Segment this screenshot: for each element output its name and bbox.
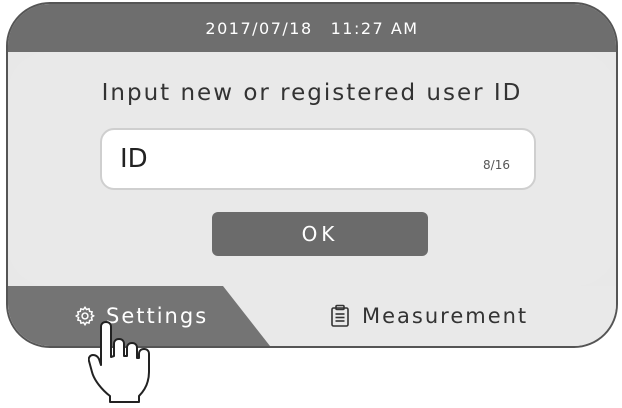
device-screen: 2017/07/18 11:27 AM Input new or registe… [6,2,618,348]
hand-pointer-icon [87,318,158,408]
tab-measurement-label: Measurement [362,304,529,328]
status-bar: 2017/07/18 11:27 AM [8,4,616,52]
clipboard-icon [330,304,350,328]
user-id-value: ID [120,144,148,174]
character-counter: 8/16 [483,158,510,172]
main-panel: Input new or registered user ID ID 8/16 … [8,52,616,286]
user-id-input[interactable]: ID 8/16 [100,128,536,190]
time-text: 11:27 AM [330,18,419,38]
tab-measurement[interactable]: Measurement [330,286,528,346]
prompt-text: Input new or registered user ID [101,80,523,106]
date-text: 2017/07/18 [205,18,313,38]
ok-button[interactable]: OK [212,212,428,256]
